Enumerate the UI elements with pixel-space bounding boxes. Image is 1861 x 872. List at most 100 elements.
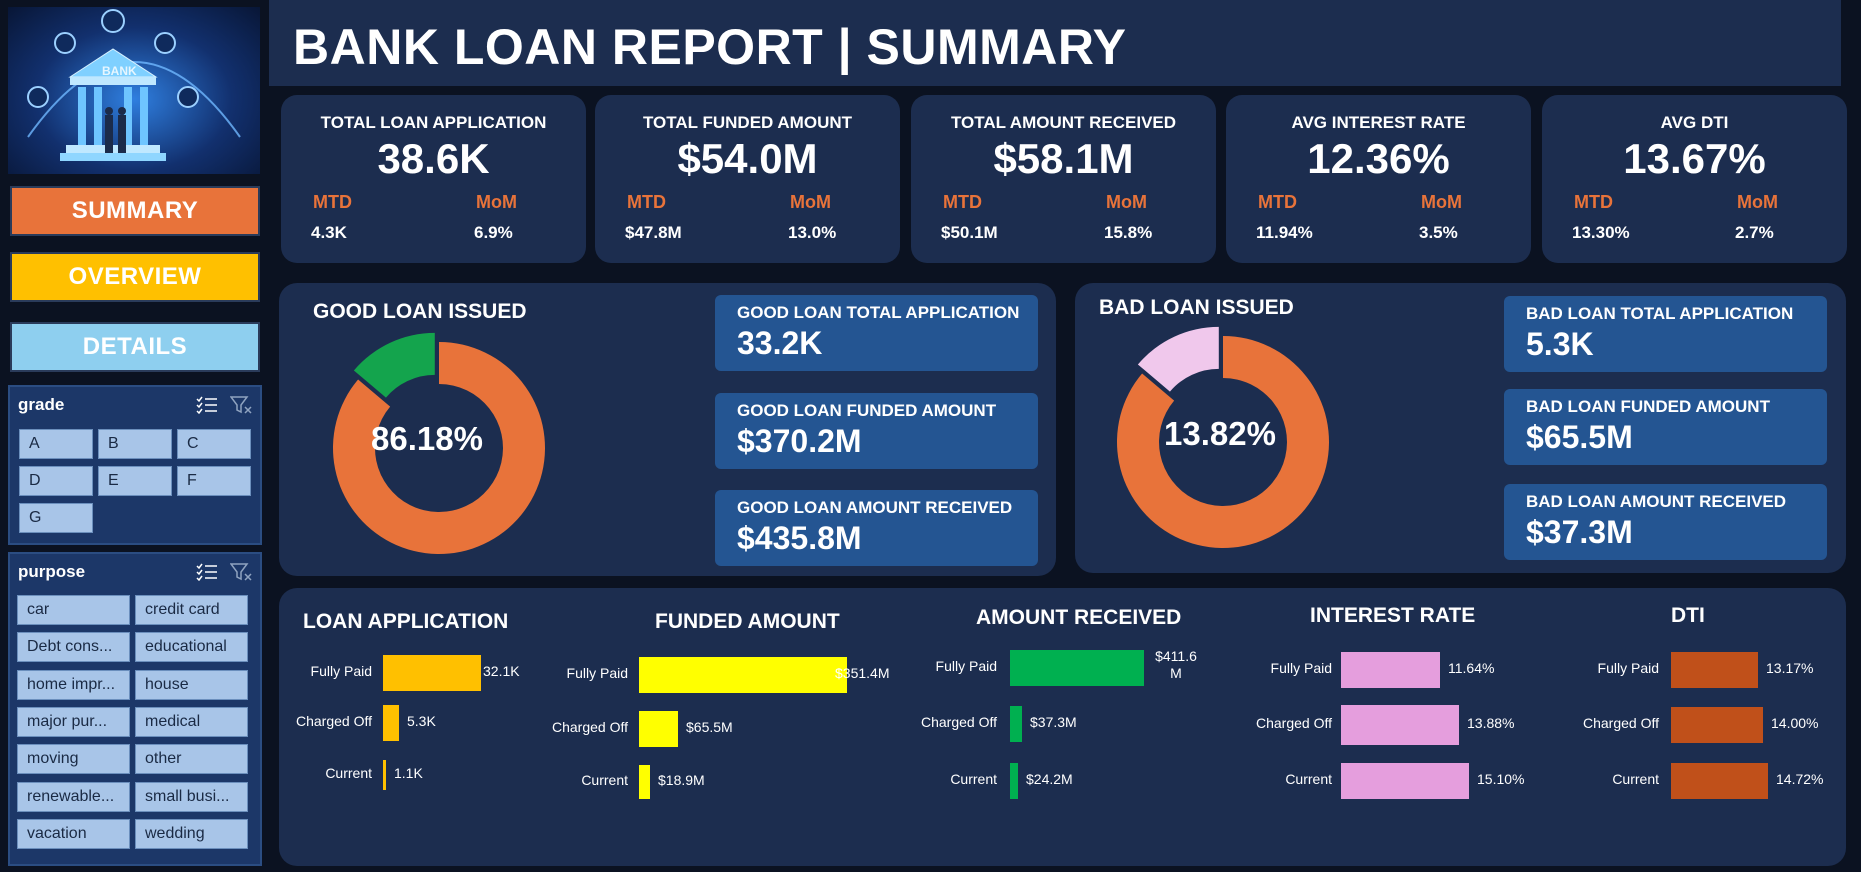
kpi-mom-value: 15.8% [1104, 223, 1153, 242]
purpose-option[interactable]: house [135, 669, 248, 700]
metric-value: 5.3K [1526, 326, 1594, 362]
kpi-card: AVG DTI 13.67% MTD 13.30% MoM 2.7% [1542, 95, 1847, 263]
bar [1010, 650, 1144, 686]
loan-status-panel: LOAN APPLICATION Fully Paid 32.1K Charged O… [279, 588, 1846, 866]
grade-option[interactable]: F [177, 466, 251, 496]
kpi-mom-value: 3.5% [1419, 223, 1458, 242]
metric-label: BAD LOAN TOTAL APPLICATION [1526, 304, 1794, 323]
purpose-option[interactable]: car [17, 595, 130, 625]
kpi-value: $58.1M [993, 135, 1134, 182]
metric-label: BAD LOAN AMOUNT RECEIVED [1526, 492, 1787, 511]
kpi-card: TOTAL LOAN APPLICATION 38.6K MTD 4.3K MoM 6.9… [281, 95, 586, 263]
purpose-option[interactable]: renewable... [17, 781, 130, 812]
purpose-option[interactable]: medical [135, 706, 248, 737]
bank-illustration [27, 9, 241, 161]
category-label: Fully Paid [566, 665, 628, 681]
chart-title: INTEREST RATE [1310, 604, 1476, 627]
kpi-label: AVG DTI [1660, 113, 1729, 132]
bar [1671, 707, 1763, 743]
metric-value: 33.2K [737, 325, 823, 361]
kpi-mtd-value: $50.1M [941, 223, 998, 242]
kpi-label: TOTAL FUNDED AMOUNT [642, 113, 853, 132]
purpose-option[interactable]: moving [17, 744, 130, 775]
overview-button[interactable]: OVERVIEW [10, 252, 260, 302]
bar [383, 705, 399, 741]
kpi-mtd-label: MTD [313, 192, 352, 212]
metric-label: GOOD LOAN AMOUNT RECEIVED [737, 498, 1013, 517]
purpose-option[interactable]: credit card [135, 595, 248, 625]
category-label: Fully Paid [1597, 660, 1659, 676]
metric-value: $37.3M [1526, 514, 1633, 550]
logo-text: BANK [102, 64, 137, 78]
purpose-option[interactable]: educational [135, 632, 248, 663]
bar-value-label: 14.00% [1771, 715, 1819, 731]
kpi-mtd-label: MTD [1258, 192, 1297, 212]
kpi-value: 38.6K [377, 135, 490, 182]
kpi-value: 12.36% [1307, 135, 1450, 182]
grade-option[interactable]: E [98, 466, 172, 496]
multi-select-icon[interactable] [196, 396, 218, 414]
kpi-mtd-label: MTD [943, 192, 982, 212]
category-label: Charged Off [1255, 715, 1332, 731]
category-label: Current [1285, 771, 1332, 787]
bar-value-label: 14.72% [1776, 771, 1824, 787]
purpose-option[interactable]: Debt cons... [17, 632, 130, 663]
category-label: Current [1612, 771, 1659, 787]
bar [1341, 652, 1440, 688]
grade-option[interactable]: D [19, 466, 93, 496]
metric-label: GOOD LOAN TOTAL APPLICATION [737, 303, 1020, 322]
purpose-option[interactable]: vacation [17, 818, 130, 849]
category-label: Fully Paid [935, 658, 997, 674]
kpi-mtd-label: MTD [1574, 192, 1613, 212]
grade-option[interactable]: B [98, 429, 172, 459]
multi-select-icon[interactable] [196, 563, 218, 581]
kpi-mom-label: MoM [1106, 192, 1147, 212]
bar-value-label: $65.5M [686, 719, 733, 735]
clear-filter-icon[interactable] [230, 563, 252, 581]
category-label: Charged Off [295, 713, 372, 729]
sidebar: BANK SUMMARY OVERVIEW DETAILS grade ABC D… [0, 0, 268, 872]
bad-loan-metric-card: BAD LOAN TOTAL APPLICATION 5.3K [1504, 296, 1827, 372]
bad-loan-metric-card: BAD LOAN FUNDED AMOUNT $65.5M [1504, 389, 1827, 465]
bad-loan-percentage: 13.82% [1164, 415, 1276, 452]
kpi-mom-label: MoM [476, 192, 517, 212]
metric-value: $65.5M [1526, 419, 1633, 455]
details-button[interactable]: DETAILS [10, 322, 260, 372]
clear-filter-icon[interactable] [230, 396, 252, 414]
purpose-option[interactable]: major pur... [17, 706, 130, 737]
chart-title: LOAN APPLICATION [303, 610, 509, 633]
good-loan-title: GOOD LOAN ISSUED [313, 300, 527, 323]
bar [1671, 763, 1768, 799]
good-loan-metric-card: GOOD LOAN AMOUNT RECEIVED $435.8M [715, 490, 1038, 566]
kpi-mtd-value: 11.94% [1256, 223, 1313, 242]
bar [639, 765, 650, 799]
bar-value-label: 13.88% [1467, 715, 1515, 731]
bad-loan-panel: BAD LOAN ISSUED 13.82% BAD LOAN TOTAL AP… [1075, 283, 1846, 573]
grade-option[interactable]: G [19, 503, 93, 533]
category-label: Current [950, 771, 997, 787]
bar [1671, 652, 1758, 688]
bar-value-label: $37.3M [1030, 714, 1077, 730]
bar-value-label: 11.64% [1448, 660, 1495, 676]
grade-option[interactable]: A [19, 429, 93, 459]
bar [383, 655, 481, 691]
purpose-option[interactable]: home impr... [17, 669, 130, 700]
good-loan-panel: GOOD LOAN ISSUED 86.18% GOOD LOAN TOTAL … [279, 283, 1056, 576]
purpose-option[interactable]: other [135, 744, 248, 775]
purpose-option[interactable]: small busi... [135, 781, 248, 812]
kpi-mom-label: MoM [1737, 192, 1778, 212]
purpose-option[interactable]: wedding [135, 818, 248, 849]
bar-value-label: $411.6 M [1155, 648, 1197, 681]
kpi-label: TOTAL AMOUNT RECEIVED [950, 113, 1177, 132]
summary-button[interactable]: SUMMARY [10, 186, 260, 236]
metric-value: $435.8M [737, 520, 862, 556]
metric-value: $370.2M [737, 423, 862, 459]
good-loan-metric-card: GOOD LOAN TOTAL APPLICATION 33.2K [715, 295, 1038, 371]
kpi-card: TOTAL AMOUNT RECEIVED $58.1M MTD $50.1M MoM 1… [911, 95, 1216, 263]
kpi-card: TOTAL FUNDED AMOUNT $54.0M MTD $47.8M MoM 13.… [595, 95, 900, 263]
chart-title: DTI [1671, 604, 1705, 627]
bar-value-label: 13.17% [1766, 660, 1814, 676]
category-label: Charged Off [551, 719, 628, 735]
category-label: Fully Paid [1270, 660, 1332, 676]
grade-option[interactable]: C [177, 429, 251, 459]
